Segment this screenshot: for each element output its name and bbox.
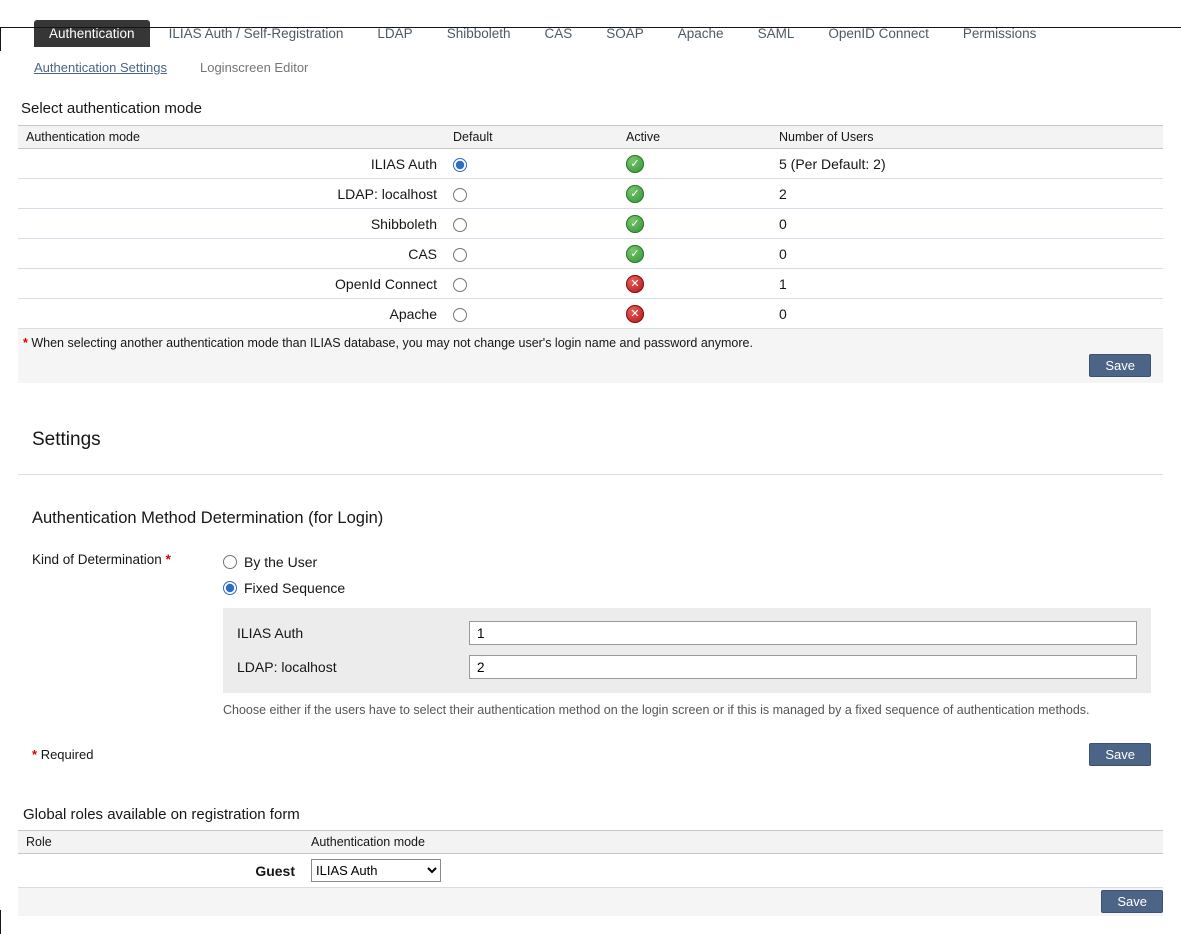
tab-apache[interactable]: Apache	[663, 20, 739, 47]
active-status-icon	[626, 185, 644, 203]
active-status-icon	[626, 245, 644, 263]
settings-section-title: Settings	[32, 429, 1163, 451]
tab-shibboleth[interactable]: Shibboleth	[432, 20, 526, 47]
field-label-text: Kind of Determination	[32, 552, 162, 567]
active-status-icon	[626, 275, 644, 293]
subtab-bar: Authentication Settings Loginscreen Edit…	[34, 60, 1181, 75]
active-status-icon	[626, 215, 644, 233]
table-footnote: * When selecting another authentication …	[23, 336, 1151, 350]
sequence-row: ILIAS Auth	[237, 616, 1137, 650]
sequence-row: LDAP: localhost	[237, 650, 1137, 684]
col-header-role: Role	[18, 831, 303, 854]
auth-table-title: Select authentication mode	[21, 100, 1163, 117]
active-status-icon	[626, 305, 644, 323]
active-status-icon	[626, 155, 644, 173]
footnote-text: When selecting another authentication mo…	[31, 336, 753, 350]
ldap-position-input[interactable]	[469, 655, 1137, 679]
main-content: Select authentication mode Authenticatio…	[18, 100, 1163, 916]
tab-ldap[interactable]: LDAP	[362, 20, 427, 47]
required-text: Required	[41, 747, 94, 762]
table-row: Apache 0	[18, 299, 1163, 329]
ilias-auth-position-input[interactable]	[469, 621, 1137, 645]
default-mode-radio[interactable]	[453, 188, 467, 202]
option-fixed-sequence[interactable]: Fixed Sequence	[223, 575, 1151, 601]
fixed-sequence-box: ILIAS Auth LDAP: localhost	[223, 608, 1151, 693]
role-name: Guest	[18, 854, 303, 888]
auth-mode-label: ILIAS Auth	[18, 149, 445, 179]
save-button[interactable]: Save	[1101, 890, 1163, 913]
kind-of-determination-label: Kind of Determination *	[32, 549, 223, 717]
role-auth-mode-select[interactable]: ILIAS Auth	[311, 859, 441, 882]
default-mode-radio[interactable]	[453, 218, 467, 232]
tab-ilias-auth-self-registration[interactable]: ILIAS Auth / Self-Registration	[154, 20, 359, 47]
table-row: ILIAS Auth 5 (Per Default: 2)	[18, 149, 1163, 179]
user-count: 1	[771, 269, 1163, 299]
auth-mode-label: Apache	[18, 299, 445, 329]
default-mode-radio[interactable]	[453, 308, 467, 322]
required-note: * Required	[32, 747, 93, 762]
option-label: Fixed Sequence	[244, 580, 345, 596]
page-top-border	[0, 27, 1181, 28]
sequence-label-ldap-localhost: LDAP: localhost	[237, 659, 469, 675]
default-mode-radio[interactable]	[453, 248, 467, 262]
fixed-sequence-radio[interactable]	[223, 581, 237, 595]
required-asterisk: *	[166, 552, 171, 567]
user-count: 0	[771, 299, 1163, 329]
tab-authentication[interactable]: Authentication	[34, 20, 150, 47]
col-header-authentication-mode: Authentication mode	[18, 126, 445, 149]
tab-soap[interactable]: SOAP	[591, 20, 659, 47]
tab-saml[interactable]: SAML	[743, 20, 810, 47]
footnote-asterisk: *	[23, 336, 28, 350]
tab-permissions[interactable]: Permissions	[948, 20, 1052, 47]
table-row: Shibboleth 0	[18, 209, 1163, 239]
option-label: By the User	[244, 554, 317, 570]
table-row: CAS 0	[18, 239, 1163, 269]
table-row: OpenId Connect 1	[18, 269, 1163, 299]
determination-byline: Choose either if the users have to selec…	[223, 703, 1151, 717]
page-left-border-top	[0, 27, 1, 51]
col-header-active: Active	[618, 126, 771, 149]
tab-openid-connect[interactable]: OpenID Connect	[813, 20, 944, 47]
col-header-number-of-users: Number of Users	[771, 126, 1163, 149]
required-asterisk: *	[32, 747, 37, 762]
tab-cas[interactable]: CAS	[530, 20, 588, 47]
kind-of-determination-row: Kind of Determination * By the User Fixe…	[18, 549, 1163, 717]
user-count: 2	[771, 179, 1163, 209]
roles-table-title: Global roles available on registration f…	[23, 806, 1163, 823]
user-count: 0	[771, 239, 1163, 269]
subtab-loginscreen-editor[interactable]: Loginscreen Editor	[200, 60, 308, 75]
table-header-row: Authentication mode Default Active Numbe…	[18, 126, 1163, 149]
user-count: 5 (Per Default: 2)	[771, 149, 1163, 179]
determination-form-title: Authentication Method Determination (for…	[32, 509, 1163, 528]
by-the-user-radio[interactable]	[223, 555, 237, 569]
sequence-label-ilias-auth: ILIAS Auth	[237, 625, 469, 641]
auth-table-footer: * When selecting another authentication …	[18, 329, 1163, 383]
form-footer: * Required Save	[18, 743, 1163, 766]
col-header-default: Default	[445, 126, 618, 149]
auth-mode-label: CAS	[18, 239, 445, 269]
roles-table: Role Authentication mode Guest ILIAS Aut…	[18, 830, 1163, 888]
user-count: 0	[771, 209, 1163, 239]
roles-table-footer: Save	[18, 888, 1163, 916]
auth-mode-label: OpenId Connect	[18, 269, 445, 299]
auth-mode-label: Shibboleth	[18, 209, 445, 239]
save-button[interactable]: Save	[1089, 354, 1151, 377]
auth-mode-label: LDAP: localhost	[18, 179, 445, 209]
col-header-authentication-mode: Authentication mode	[303, 831, 1163, 854]
tab-bar: Authentication ILIAS Auth / Self-Registr…	[34, 20, 1181, 47]
subtab-authentication-settings[interactable]: Authentication Settings	[34, 60, 167, 75]
default-mode-radio[interactable]	[453, 278, 467, 292]
table-row: Guest ILIAS Auth	[18, 854, 1163, 888]
save-button[interactable]: Save	[1089, 743, 1151, 766]
table-header-row: Role Authentication mode	[18, 831, 1163, 854]
default-mode-radio[interactable]	[453, 158, 467, 172]
option-by-the-user[interactable]: By the User	[223, 549, 1151, 575]
section-divider	[18, 474, 1163, 475]
table-row: LDAP: localhost 2	[18, 179, 1163, 209]
auth-mode-table: Authentication mode Default Active Numbe…	[18, 125, 1163, 329]
